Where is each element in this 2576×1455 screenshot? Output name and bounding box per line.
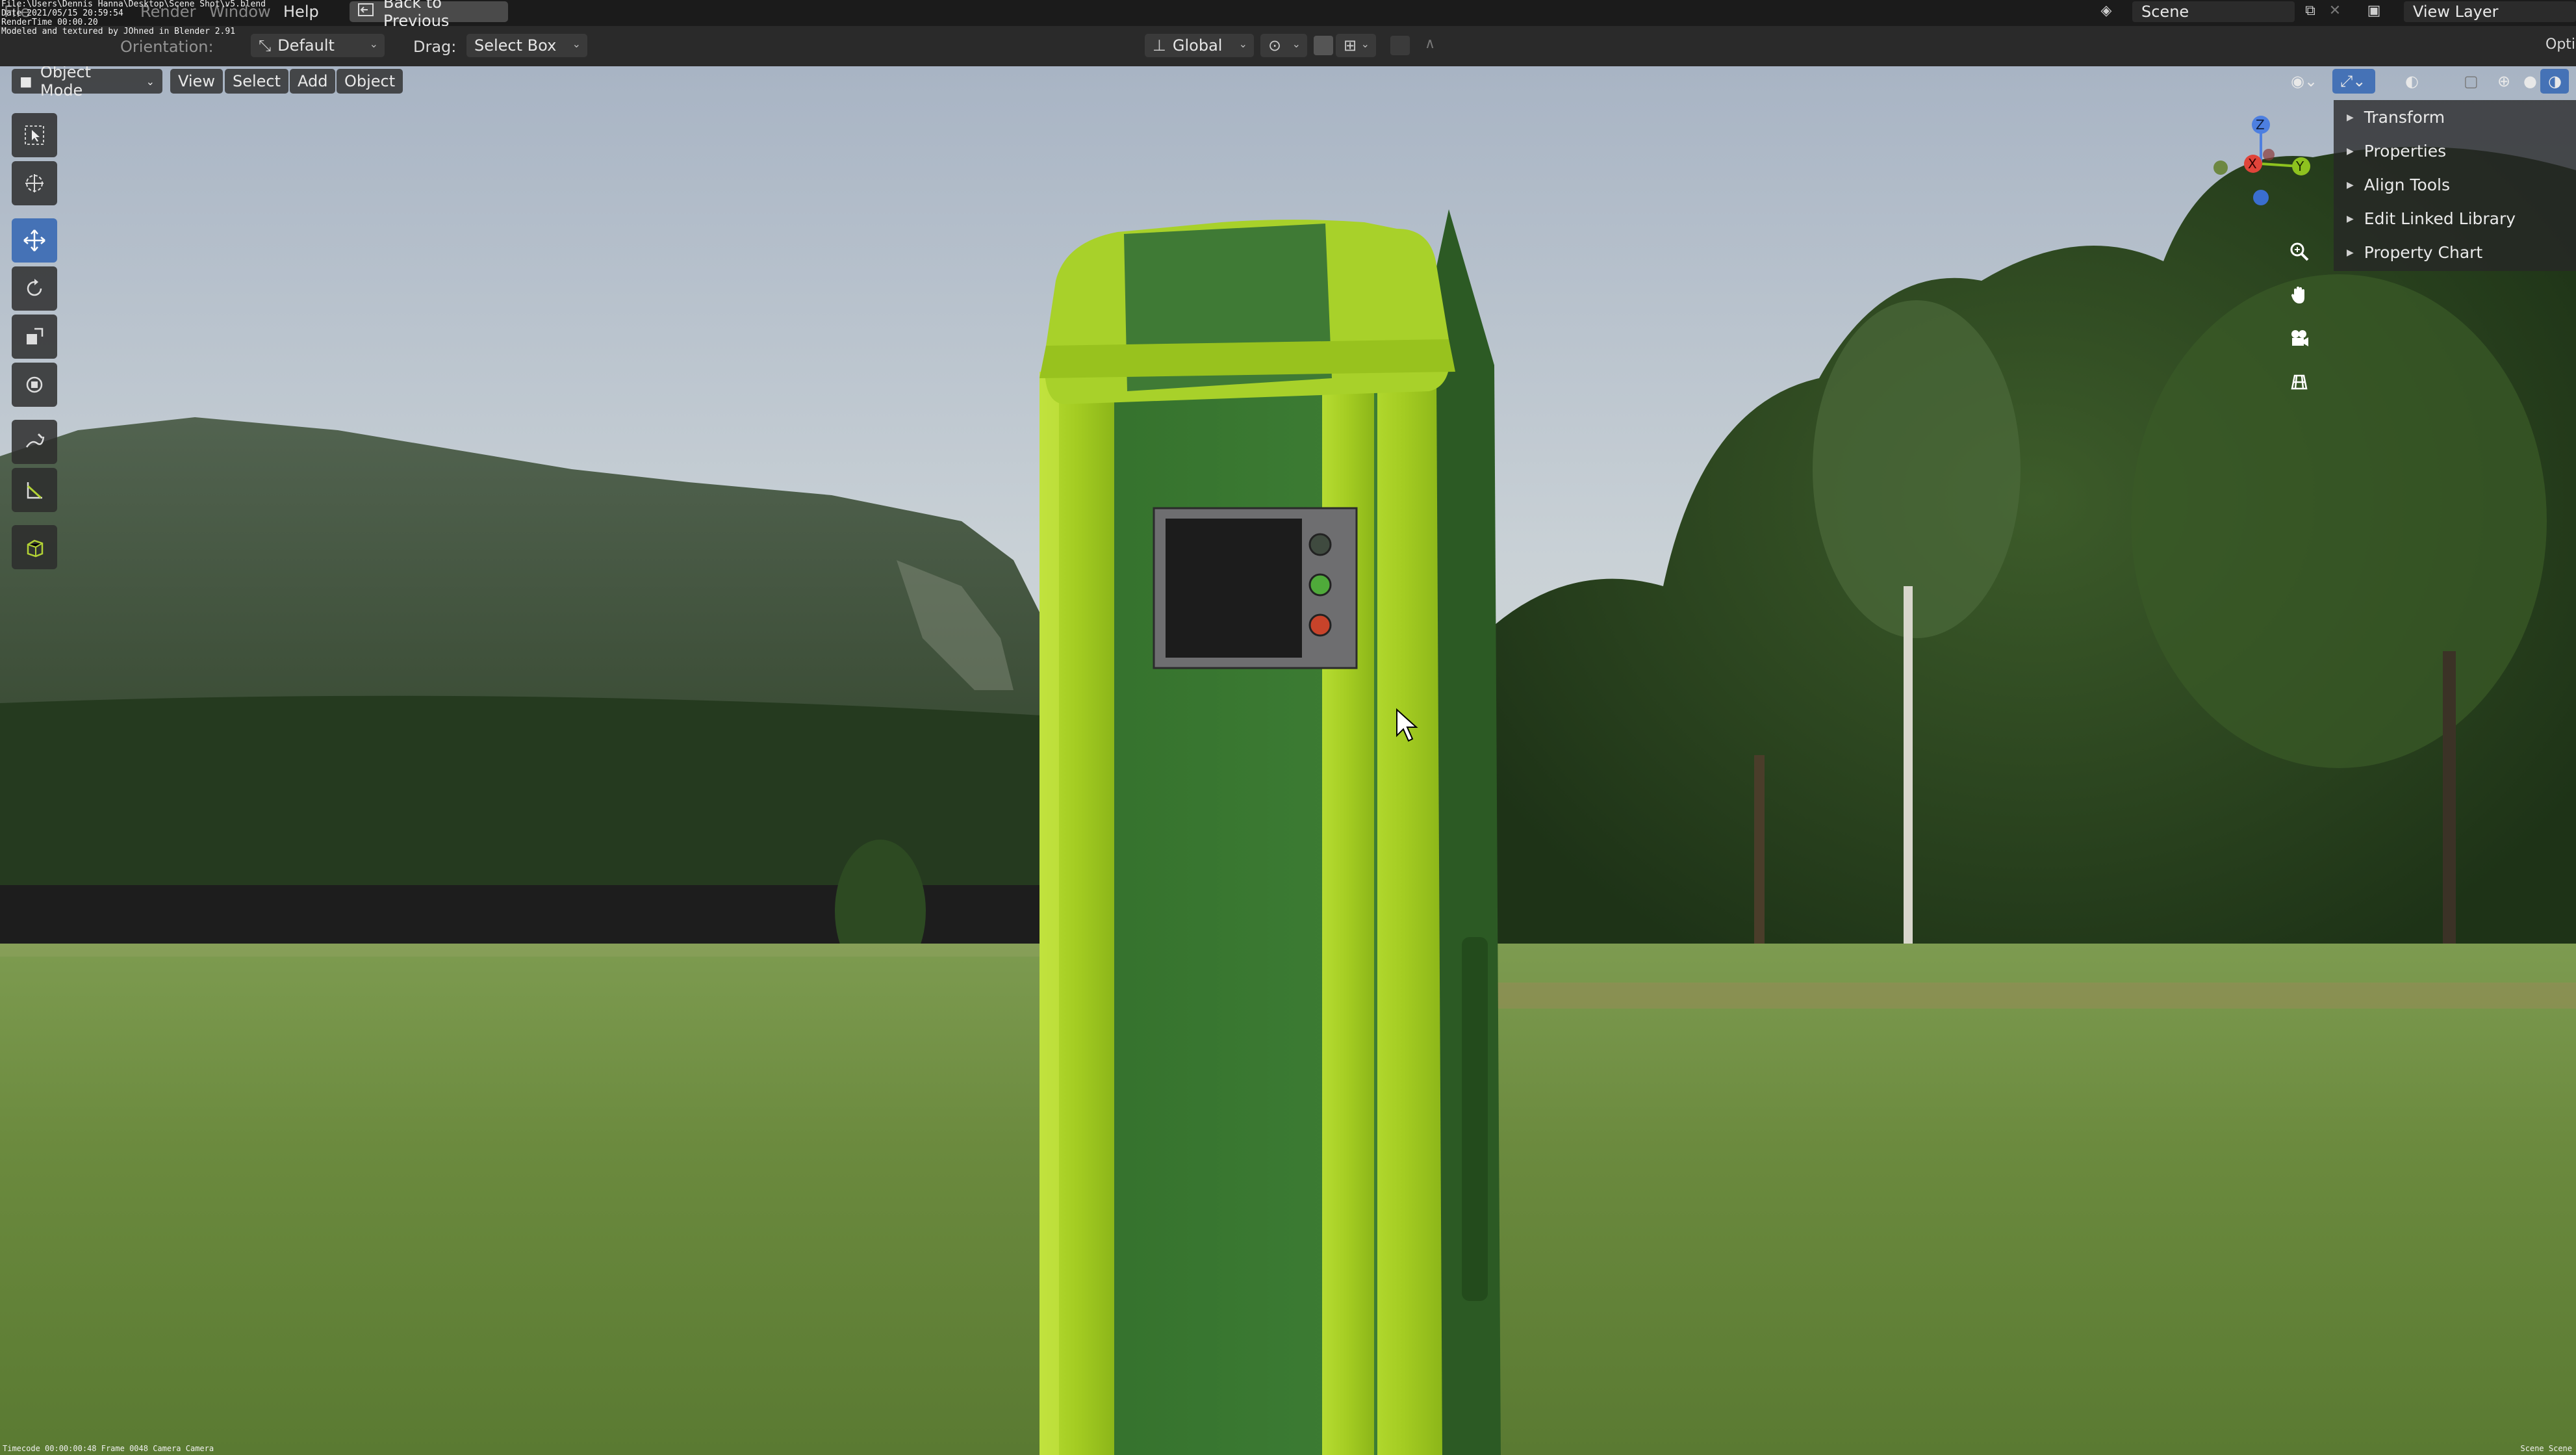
camera-view-icon[interactable] <box>2283 322 2315 355</box>
drag-dropdown[interactable]: Select Box ⌄ <box>466 34 587 57</box>
credit-text: Modeled and textured by JOhned in Blende… <box>1 27 236 36</box>
panel-edit-linked-library-label: Edit Linked Library <box>2364 209 2516 228</box>
render-background <box>0 66 2576 1455</box>
pan-hand-icon[interactable] <box>2283 278 2315 311</box>
global-axes-icon: ⊥ <box>1153 36 1166 55</box>
object-mode-icon: ◼ <box>19 72 32 90</box>
scale-icon[interactable] <box>12 315 57 359</box>
scene-name: Scene <box>2141 3 2189 21</box>
close-icon[interactable]: ✕ <box>2326 3 2344 19</box>
zoom-icon[interactable] <box>2283 235 2315 268</box>
chevron-down-icon: ⌄ <box>146 75 155 88</box>
menu-view[interactable]: View <box>170 69 223 94</box>
chevron-right-icon: ▶ <box>2347 213 2354 224</box>
drag-value: Select Box <box>474 36 557 55</box>
gizmo-z-label: Z <box>2256 117 2265 133</box>
snap-increment-icon: ⊞ <box>1344 36 1357 55</box>
transform-orientation-dropdown[interactable]: ⊥ Global ⌄ <box>1145 34 1254 57</box>
chevron-down-icon: ⌄ <box>1238 38 1247 50</box>
scene-browse-icon[interactable]: ◈ <box>2097 3 2115 19</box>
chevron-down-icon: ⌄ <box>1292 38 1301 50</box>
chevron-right-icon: ▶ <box>2347 179 2354 190</box>
options-button[interactable]: Opti <box>2545 36 2575 53</box>
pivot-icon: ⊙ <box>1268 36 1282 55</box>
snap-toggle-icon[interactable] <box>1314 36 1333 55</box>
navigation-gizmo[interactable]: Z Y X <box>2209 112 2313 216</box>
orientation-label: Orientation: <box>120 38 214 56</box>
measure-icon[interactable] <box>12 468 57 512</box>
panel-transform-label: Transform <box>2364 108 2445 127</box>
gizmo-toggle-icon[interactable]: ⤢⌄ <box>2332 69 2375 94</box>
visibility-icon[interactable]: ◉⌄ <box>2283 69 2323 94</box>
add-cube-icon[interactable] <box>12 525 57 569</box>
copy-scene-icon[interactable]: ⧉ <box>2301 3 2319 19</box>
chevron-right-icon: ▶ <box>2347 112 2354 123</box>
back-arrow-icon <box>357 2 377 21</box>
chevron-right-icon: ▶ <box>2347 146 2354 157</box>
render-stamp: Timecode 00:00:00:48 Frame 0048 Camera C… <box>0 1444 2576 1455</box>
transform-orientation-value: Global <box>1172 36 1223 55</box>
scene-stamp-text: Scene Scene <box>2520 1444 2572 1453</box>
panel-edit-linked-library[interactable]: ▶ Edit Linked Library <box>2347 209 2516 228</box>
move-icon[interactable] <box>12 218 57 263</box>
overlay-icon[interactable]: ◐ <box>2397 69 2423 94</box>
orientation-value: Default <box>277 36 335 55</box>
object-mode-dropdown[interactable]: ◼ Object Mode ⌄ <box>12 66 162 99</box>
chevron-down-icon: ⌄ <box>1360 38 1370 50</box>
xray-icon[interactable]: ▢ <box>2456 69 2482 94</box>
panel-property-chart-label: Property Chart <box>2364 243 2483 262</box>
panel-align-tools-label: Align Tools <box>2364 175 2451 194</box>
panel-align-tools[interactable]: ▶ Align Tools <box>2347 175 2450 194</box>
panel-transform[interactable]: ▶ Transform <box>2347 108 2445 127</box>
drag-label: Drag: <box>413 38 457 56</box>
file-path-text: File:\Users\Dennis Hanna\Desktop\Scene S… <box>1 0 266 9</box>
panel-property-chart[interactable]: ▶ Property Chart <box>2347 243 2482 262</box>
panel-properties-label: Properties <box>2364 142 2447 161</box>
cursor-icon[interactable] <box>12 161 57 205</box>
object-mode-label: Object Mode <box>40 66 92 99</box>
snap-target-dropdown[interactable]: ⊞ ⌄ <box>1336 34 1376 57</box>
orientation-dropdown[interactable]: ⤡ Default ⌄ <box>251 34 385 57</box>
menu-object[interactable]: Object <box>337 69 403 94</box>
panel-properties[interactable]: ▶ Properties <box>2347 142 2446 161</box>
rendertime-text: RenderTime 00:00.20 <box>1 18 98 27</box>
top-bar: File Render Window Help File:\Users\Denn… <box>0 0 2576 30</box>
view-layer-name: View Layer <box>2413 3 2499 21</box>
rotate-icon[interactable] <box>12 266 57 311</box>
select-box-icon[interactable] <box>12 113 57 157</box>
wireframe-shading-icon[interactable]: ⊕ <box>2490 69 2516 94</box>
scene-field[interactable]: Scene <box>2132 1 2295 22</box>
annotate-icon[interactable] <box>12 420 57 464</box>
transform-icon[interactable] <box>12 363 57 407</box>
chevron-down-icon: ⌄ <box>572 38 581 50</box>
ortho-grid-icon[interactable] <box>2283 365 2315 398</box>
gizmo-y-label: Y <box>2296 159 2304 174</box>
menu-add[interactable]: Add <box>290 69 336 94</box>
view-layer-field[interactable]: View Layer <box>2404 1 2576 22</box>
view-layer-browse-icon[interactable]: ▣ <box>2365 3 2383 19</box>
orientation-icon: ⤡ <box>259 36 272 55</box>
proportional-edit-icon[interactable] <box>1390 36 1410 55</box>
falloff-icon[interactable]: ∧ <box>1420 36 1440 55</box>
timecode-text: Timecode 00:00:00:48 Frame 0048 Camera C… <box>3 1444 214 1453</box>
rendered-shading-icon[interactable]: ◑ <box>2540 69 2569 94</box>
menu-select[interactable]: Select <box>225 69 289 94</box>
pivot-point-dropdown[interactable]: ⊙ ⌄ <box>1260 34 1307 57</box>
date-text: Date 2021/05/15 20:59:54 <box>1 8 123 18</box>
tool-header: RenderTime 00:00.20 Modeled and textured… <box>0 18 2576 67</box>
chevron-right-icon: ▶ <box>2347 247 2354 258</box>
chevron-down-icon: ⌄ <box>369 38 378 50</box>
back-to-previous-button[interactable]: Back to Previous <box>350 0 508 30</box>
3d-viewport[interactable]: ◼ Object Mode ⌄ View Select Add Object ◉… <box>0 66 2576 1455</box>
menu-help[interactable]: Help <box>283 3 319 21</box>
gizmo-x-label: X <box>2248 156 2257 172</box>
sidebar-n-panel: ▶ Transform ▶ Properties ▶ Align Tools ▶ Edi… <box>2334 100 2576 271</box>
solid-shading-icon[interactable]: ● <box>2516 69 2542 94</box>
